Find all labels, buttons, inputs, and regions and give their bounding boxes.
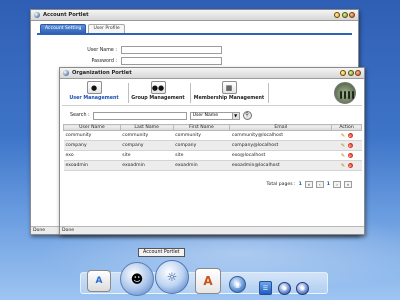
cell-username: community [63,130,121,141]
username-input[interactable] [121,46,222,54]
first-page-button[interactable]: « [304,181,313,188]
cell-lastname: company [120,140,174,151]
cell-lastname: site [120,150,174,161]
last-page-button[interactable]: » [344,181,352,188]
password-input[interactable] [121,57,222,65]
membership-icon: ▦ [221,81,237,94]
cell-action: ✎ ⊘ [331,160,362,171]
tab-user-profile[interactable]: User Profile [88,24,125,33]
total-pages-value: 1 [298,182,302,187]
delete-icon[interactable]: ⊘ [347,142,353,148]
search-bar: Search : User Name ▼ ⚲ [70,111,252,120]
cell-action: ✎ ⊘ [331,150,362,161]
pagination: Total pages : 1 « ‹ 1 › » [267,181,352,188]
cell-firstname: exoadmin [173,160,230,171]
password-label: Password : [91,58,117,64]
password-row: Password : [81,57,222,65]
cell-username: exo [63,150,121,161]
globe-dock-icon[interactable]: ◉ [278,282,291,295]
group-management-button[interactable]: ●● Group Management [131,81,185,105]
organization-portlet-titlebar[interactable]: Organization Portlet [60,68,364,79]
user-management-button[interactable]: ● User Management [69,81,119,105]
organization-logo-icon [334,82,356,104]
drawing-app-dock-icon[interactable]: A [195,268,221,294]
portlet-icon [34,12,40,18]
cell-email: exo@localhost [229,150,332,161]
toolbar-divider [190,83,191,103]
membership-management-button[interactable]: ▦ Membership Management [193,81,265,105]
edit-pencil-icon[interactable]: ✎ [341,133,346,139]
close-button[interactable] [355,70,361,76]
text-editor-dock-icon[interactable]: A [87,270,111,292]
toolbar-label: Membership Management [193,96,265,101]
table-row[interactable]: company company company company@localhos… [63,140,362,151]
cell-lastname: exoadmin [120,160,174,171]
total-pages-label: Total pages : [266,182,296,187]
search-field-value: User Name [192,112,219,118]
table-row[interactable]: exo site site exo@localhost ✎ ⊘ [63,150,362,161]
portlet-icon [63,70,69,76]
cell-lastname: community [120,130,174,141]
table-row[interactable]: exoadmin exoadmin exoadmin exoadmin@loca… [63,160,362,171]
cell-action: ✎ ⊘ [331,140,362,151]
group-icon: ●● [150,81,166,94]
cell-firstname: site [173,150,230,161]
account-portlet-dock-icon[interactable]: ☻ [120,262,154,296]
chevron-down-icon: ▼ [231,112,239,119]
delete-icon[interactable]: ⊘ [347,152,353,158]
account-tabs: Account Setting User Profile [40,24,125,33]
cell-email: community@localhost [229,130,332,141]
network-dock-icon[interactable]: ◉ [296,282,309,295]
status-bar: Done [60,226,364,234]
close-button[interactable] [349,12,355,18]
minimize-button[interactable] [340,70,346,76]
toolbar-divider [268,83,269,103]
username-row: User Name : [81,46,222,54]
cell-email: company@localhost [229,140,332,151]
search-icon[interactable]: ⚲ [242,111,252,120]
delete-icon[interactable]: ⊘ [347,162,353,168]
minimize-button[interactable] [334,12,340,18]
edit-pencil-icon[interactable]: ✎ [341,163,346,169]
previous-page-button[interactable]: ‹ [315,181,324,188]
search-label: Search : [70,113,90,118]
next-page-button[interactable]: › [333,181,341,188]
cell-email: exoadmin@localhost [229,160,332,171]
management-toolbar: ● User Management ●● Group Management ▦ … [62,80,362,106]
cell-username: company [63,140,121,151]
window-title: Organization Portlet [72,70,132,76]
maximize-button[interactable] [341,12,348,18]
cell-firstname: company [173,140,230,151]
maximize-button[interactable] [347,70,354,76]
account-portlet-titlebar[interactable]: Account Portlet [31,10,358,21]
tab-account-setting[interactable]: Account Setting [40,24,87,33]
delete-icon[interactable]: ⊘ [347,132,353,138]
username-label: User Name : [87,47,117,53]
current-page[interactable]: 1 [327,182,330,187]
cell-username: exoadmin [63,160,121,171]
search-field-select[interactable]: User Name ▼ [189,111,240,120]
edit-pencil-icon[interactable]: ✎ [341,153,346,159]
organization-portlet-dock-icon[interactable]: ☼ [155,260,189,294]
toolbar-divider [128,83,129,103]
cell-firstname: community [173,130,230,141]
cell-action: ✎ ⊘ [331,130,362,141]
tab-underline [37,33,352,35]
table-row[interactable]: community community community community@… [63,130,362,141]
user-table: User Name Last Name First Name Email Act… [63,124,362,171]
window-title: Account Portlet [43,12,89,18]
toolbar-label: User Management [69,96,119,101]
toolbar-label: Group Management [131,96,185,101]
organization-portlet-window: Organization Portlet ● User Management ●… [59,67,365,235]
dock-tooltip: Account Portlet [138,248,185,257]
user-icon: ● [86,81,102,94]
search-input[interactable] [92,111,187,120]
document-dock-icon[interactable]: ☰ [259,281,272,295]
browser-dock-icon[interactable]: ◉ [229,276,246,293]
edit-pencil-icon[interactable]: ✎ [341,143,346,149]
